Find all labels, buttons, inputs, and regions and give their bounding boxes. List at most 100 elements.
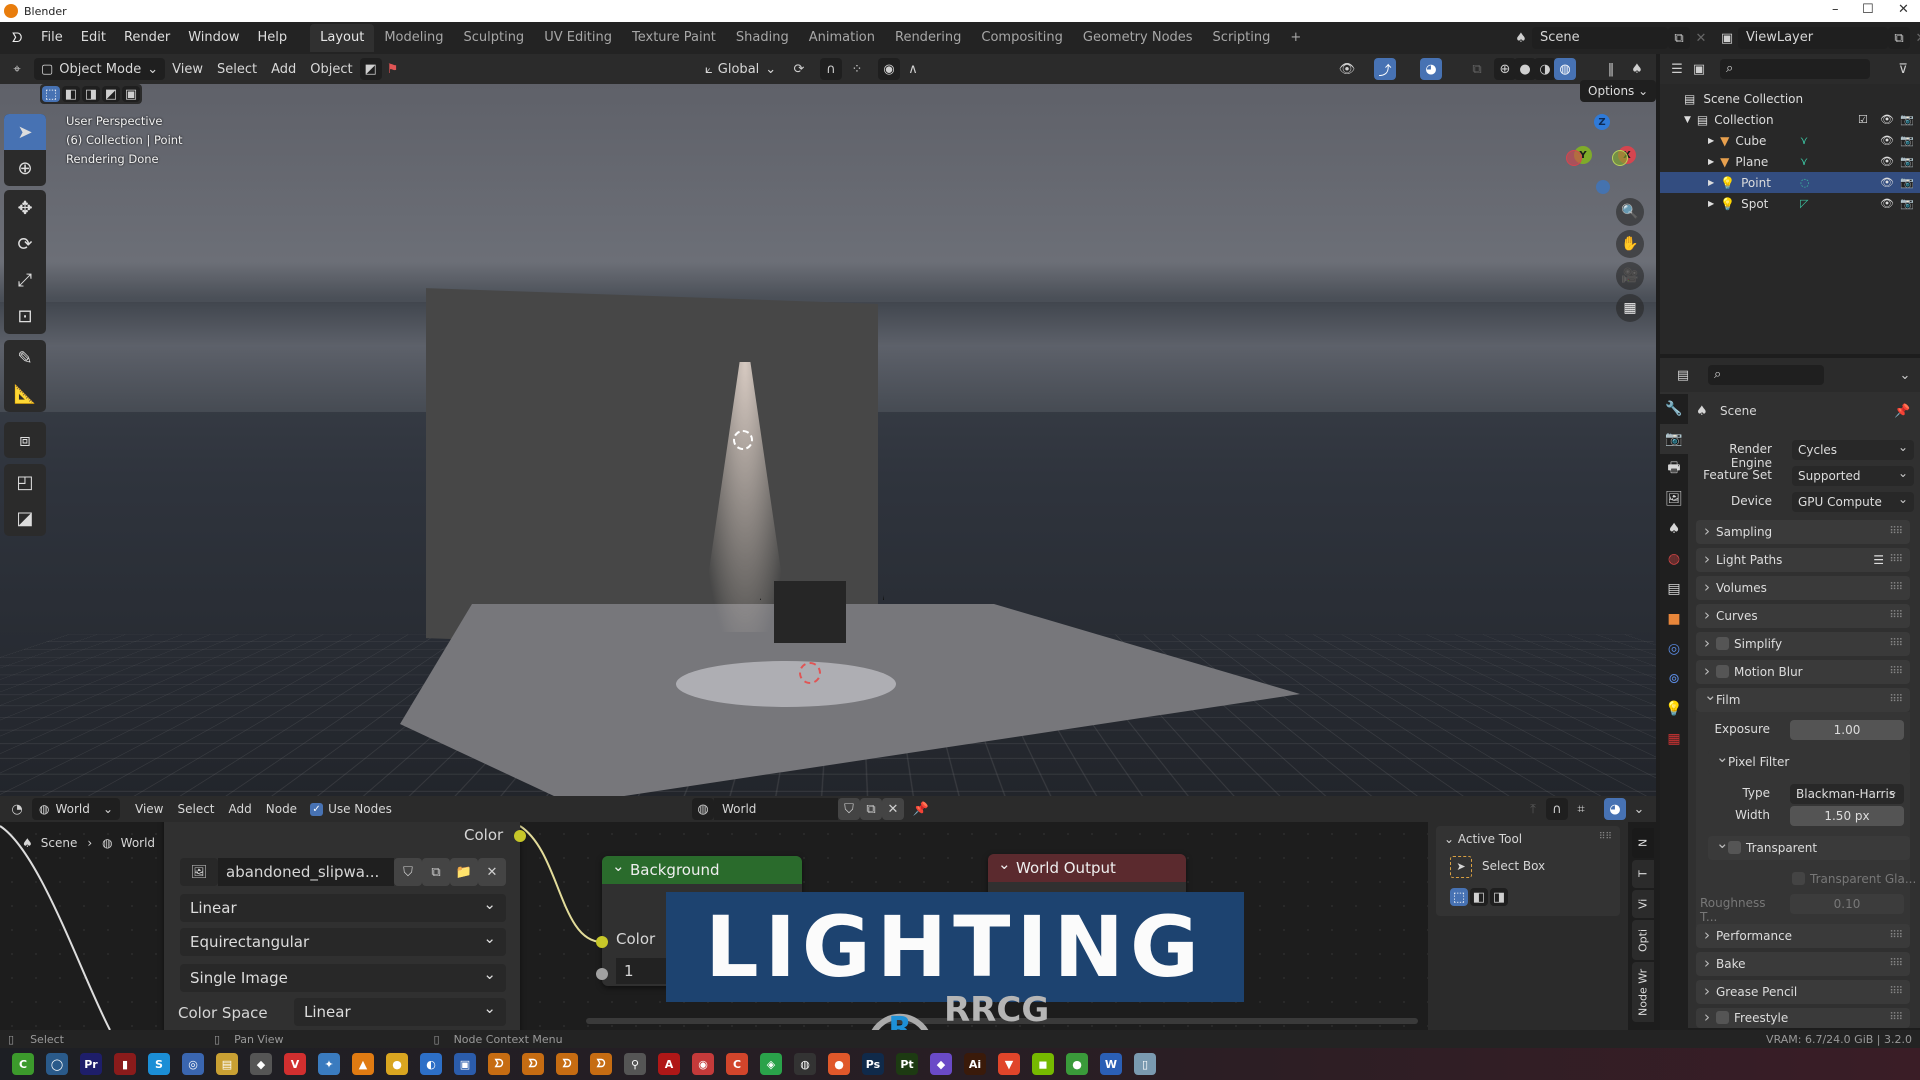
simplify-checkbox[interactable] xyxy=(1716,637,1729,650)
duplicate-image-icon[interactable]: ⧉ xyxy=(422,858,450,886)
remove-scene-icon[interactable]: ✕ xyxy=(1690,27,1712,49)
overlays-icon[interactable]: ◕ xyxy=(1604,798,1626,820)
menu-view[interactable]: View xyxy=(165,58,210,80)
sidebar-tab-node[interactable]: N xyxy=(1632,828,1654,858)
pin-icon[interactable]: 📌 xyxy=(910,798,932,820)
background-node-title[interactable]: Background xyxy=(602,852,802,884)
image-browse-icon[interactable]: 🖼 xyxy=(180,858,218,886)
panel-bake[interactable]: Bake ⠿⠿ xyxy=(1696,951,1910,976)
color-output-socket[interactable] xyxy=(514,830,526,842)
taskbar-app-photo-icon[interactable]: ◉ xyxy=(692,1053,714,1075)
menu-edit[interactable]: Edit xyxy=(72,22,115,54)
mesh-data-icon[interactable]: ⋎ xyxy=(1800,134,1808,147)
pin-icon[interactable]: 📌 xyxy=(1894,404,1910,419)
menu-object[interactable]: Object xyxy=(303,58,359,80)
snap-icon[interactable]: ∩ xyxy=(1546,798,1568,820)
camera-icon[interactable]: 📷 xyxy=(1900,113,1914,126)
taskbar-vivaldi-icon[interactable]: V xyxy=(284,1053,306,1075)
render-tab-icon[interactable]: 📷 xyxy=(1660,424,1688,454)
snap-icon[interactable]: ∩ xyxy=(820,58,842,80)
snap-target-icon[interactable]: ⁘ xyxy=(846,58,868,80)
select-invert-icon[interactable]: ◩ xyxy=(102,86,120,102)
editor-type-icon[interactable]: ◔ xyxy=(6,798,28,820)
select-subtract-icon[interactable]: ◨ xyxy=(1490,888,1508,906)
tab-sculpting[interactable]: Sculpting xyxy=(453,24,534,52)
taskbar-firefox-icon[interactable]: ● xyxy=(828,1053,850,1075)
device-dropdown[interactable]: GPU Compute xyxy=(1792,489,1914,512)
taskbar-app-circle-icon[interactable]: ◎ xyxy=(182,1053,204,1075)
minimize-button[interactable]: – xyxy=(1832,2,1839,17)
taskbar-app-key-icon[interactable]: ⚲ xyxy=(624,1053,646,1075)
scene-name[interactable]: Scene xyxy=(1532,27,1668,49)
properties-search-input[interactable]: ⌕ xyxy=(1708,365,1824,385)
material-shading-icon[interactable]: ◑ xyxy=(1534,58,1556,80)
exclude-checkbox[interactable]: ☑ xyxy=(1858,113,1868,126)
drag-handle-icon[interactable]: ⠿⠿ xyxy=(1889,548,1903,572)
tab-geometry-nodes[interactable]: Geometry Nodes xyxy=(1073,24,1203,52)
drag-handle-icon[interactable]: ⠿⠿ xyxy=(1889,604,1903,628)
spot-data-icon[interactable]: ◸ xyxy=(1800,197,1808,210)
world-tab-icon[interactable]: ◍ xyxy=(1660,544,1688,574)
taskbar-nvidia-icon[interactable]: ◼ xyxy=(1032,1053,1054,1075)
drag-handle-icon[interactable]: ⠿⠿ xyxy=(1889,688,1903,712)
taskbar-app-bird-icon[interactable]: ✦ xyxy=(318,1053,340,1075)
eye-icon[interactable]: 👁 xyxy=(1880,176,1894,189)
panel-performance[interactable]: Performance ⠿⠿ xyxy=(1696,923,1910,948)
collection-tab-icon[interactable]: ▤ xyxy=(1660,574,1688,604)
taskbar-skype-icon[interactable]: S xyxy=(148,1053,170,1075)
strength-input-socket[interactable] xyxy=(596,968,608,980)
expand-arrow-icon[interactable]: ▼ xyxy=(1684,115,1691,125)
world-browse-icon[interactable]: ◍ xyxy=(692,798,714,820)
color-space-dropdown[interactable]: Linear xyxy=(294,994,506,1026)
ortho-toggle-icon[interactable]: ▦ xyxy=(1616,294,1644,322)
panel-simplify[interactable]: Simplify ⠿⠿ xyxy=(1696,631,1910,656)
3d-viewport[interactable]: User Perspective (6) Collection | Point … xyxy=(0,84,1656,796)
visibility-icon[interactable]: 👁 xyxy=(1336,58,1358,80)
output-tab-icon[interactable]: 🖶 xyxy=(1660,454,1688,484)
taskbar-blender-1-icon[interactable]: ᗤ xyxy=(488,1053,510,1075)
panel-curves[interactable]: Curves ⠿⠿ xyxy=(1696,603,1910,628)
tab-layout[interactable]: Layout xyxy=(310,24,375,52)
tab-uv-editing[interactable]: UV Editing xyxy=(534,24,622,52)
light-data-tab-icon[interactable]: 💡 xyxy=(1660,694,1688,724)
menu-render[interactable]: Render xyxy=(115,22,179,54)
properties-editor-icon[interactable]: ▤ xyxy=(1672,364,1694,386)
drag-handle-icon[interactable]: ⠿⠿ xyxy=(1889,980,1903,1004)
gizmo-z-axis[interactable]: Z xyxy=(1594,114,1610,130)
drag-handle-icon[interactable]: ⠿⠿ xyxy=(1599,832,1612,842)
select-intersect-icon[interactable]: ▣ xyxy=(122,86,140,102)
select-extend-icon[interactable]: ◧ xyxy=(62,86,80,102)
interpolation-dropdown[interactable]: Linear xyxy=(180,890,506,922)
unlink-image-icon[interactable]: ✕ xyxy=(478,858,506,886)
options-dropdown[interactable]: Options ⌄ xyxy=(1580,80,1657,102)
transform-tool-icon[interactable]: ⊡ xyxy=(4,298,46,334)
world-datablock-selector[interactable]: ◍ World ⛉ ⧉ ✕ 📌 xyxy=(692,798,932,820)
tab-animation[interactable]: Animation xyxy=(799,24,885,52)
taskbar-blender-2-icon[interactable]: ᗤ xyxy=(522,1053,544,1075)
gizmo-neg-z[interactable] xyxy=(1596,180,1610,194)
drag-handle-icon[interactable]: ⠿⠿ xyxy=(1889,576,1903,600)
maximize-button[interactable]: ☐ xyxy=(1862,2,1874,17)
tab-rendering[interactable]: Rendering xyxy=(885,24,971,52)
remove-viewlayer-icon[interactable]: ✕ xyxy=(1910,27,1920,49)
physics-tab-icon[interactable]: ◎ xyxy=(1660,634,1688,664)
color-input-socket[interactable] xyxy=(596,936,608,948)
motion-blur-checkbox[interactable] xyxy=(1716,665,1729,678)
falloff-icon[interactable]: ∧ xyxy=(902,58,924,80)
drag-handle-icon[interactable]: ⠿⠿ xyxy=(1889,952,1903,976)
overlays-icon[interactable]: ◕ xyxy=(1420,58,1442,80)
select-subtract-icon[interactable]: ◨ xyxy=(82,86,100,102)
projection-dropdown[interactable]: Equirectangular xyxy=(180,924,506,956)
node-menu-view[interactable]: View xyxy=(128,798,170,820)
taskbar-app-c-icon[interactable]: C xyxy=(726,1053,748,1075)
bevel-tool-icon[interactable]: ◰ xyxy=(4,464,46,500)
solid-shading-icon[interactable]: ● xyxy=(1514,58,1536,80)
camera-icon[interactable]: 📷 xyxy=(1900,134,1914,147)
outliner-scene-collection[interactable]: ▤ Scene Collection xyxy=(1660,88,1920,109)
node-menu-add[interactable]: Add xyxy=(222,798,259,820)
taskbar-acrobat-icon[interactable]: A xyxy=(658,1053,680,1075)
add-workspace-button[interactable]: + xyxy=(1280,24,1311,52)
mode-dropdown[interactable]: ▢ Object Mode ⌄ xyxy=(34,58,166,80)
xray-icon[interactable]: ⧉ xyxy=(1466,58,1488,80)
expand-arrow-icon[interactable]: ▶ xyxy=(1708,199,1714,208)
